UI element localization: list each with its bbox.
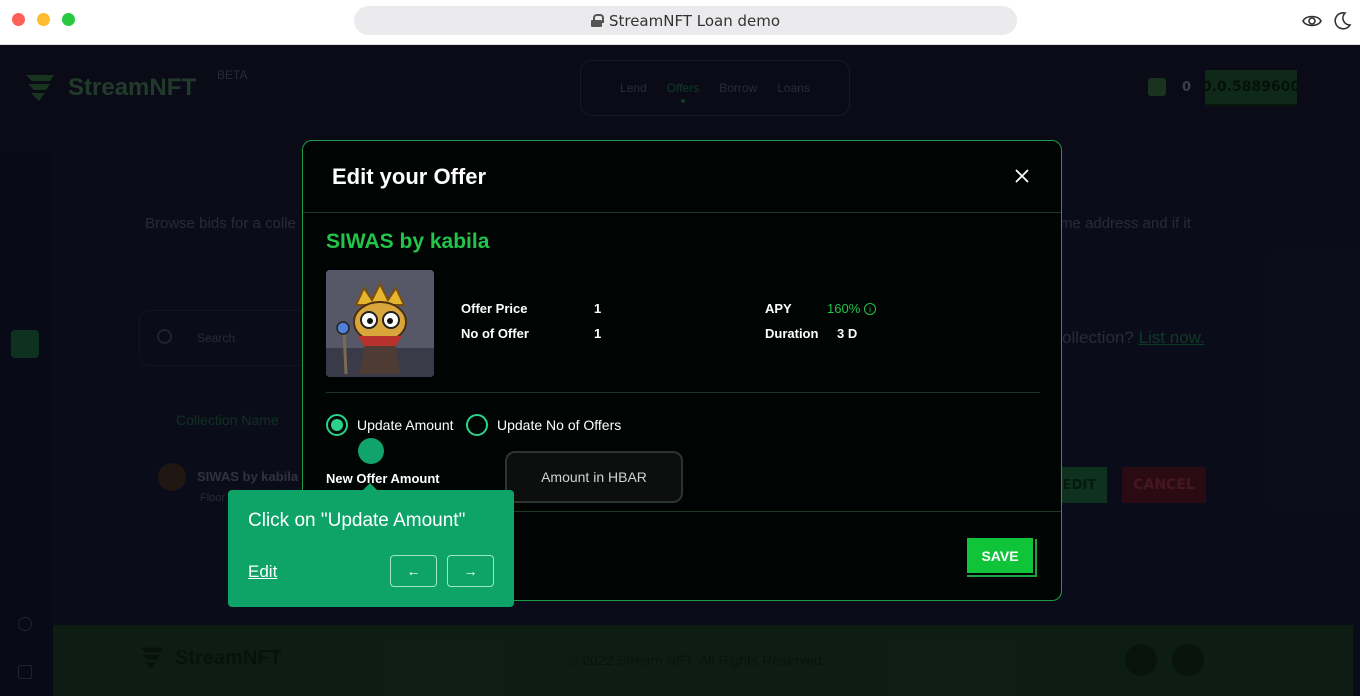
update-amount-radio[interactable] [326, 414, 348, 436]
tooltip-next-button[interactable]: → [447, 555, 494, 587]
details-divider [326, 392, 1040, 393]
close-window-button[interactable] [12, 13, 25, 26]
tooltip-prev-button[interactable]: ← [390, 555, 437, 587]
arrow-right-icon: → [463, 563, 478, 579]
offer-price-value: 1 [594, 301, 602, 316]
apy-label: APY [765, 301, 792, 316]
lock-icon [590, 14, 604, 27]
duration-value: 3 D [837, 326, 858, 341]
eye-icon[interactable] [1302, 11, 1322, 31]
tour-tooltip: Click on "Update Amount" Edit ← → [228, 490, 514, 607]
address-bar[interactable]: StreamNFT Loan demo [354, 6, 1017, 35]
page-url-title: StreamNFT Loan demo [608, 11, 781, 30]
duration-label: Duration [765, 326, 819, 341]
tooltip-text: Click on "Update Amount" [248, 510, 466, 531]
update-no-of-offers-label[interactable]: Update No of Offers [497, 417, 621, 433]
modal-header-divider [303, 212, 1061, 213]
nft-image [326, 270, 434, 377]
info-icon[interactable]: i [864, 303, 876, 315]
save-button[interactable]: SAVE [967, 538, 1033, 573]
no-of-offer-value: 1 [594, 326, 602, 341]
offer-price-label: Offer Price [461, 301, 528, 316]
minimize-window-button[interactable] [37, 13, 50, 26]
apy-value: 160% [827, 301, 861, 316]
new-offer-amount-label: New Offer Amount [326, 471, 440, 486]
amount-input[interactable] [505, 451, 683, 503]
maximize-window-button[interactable] [62, 13, 75, 26]
dark-mode-icon[interactable] [1332, 11, 1352, 31]
update-amount-label[interactable]: Update Amount [357, 417, 454, 433]
update-no-of-offers-radio[interactable] [466, 414, 488, 436]
arrow-left-icon: ← [406, 563, 421, 579]
no-of-offer-label: No of Offer [461, 326, 529, 341]
collection-title: SIWAS by kabila [326, 230, 490, 253]
tour-hotspot[interactable] [358, 438, 384, 464]
browser-chrome: StreamNFT Loan demo [0, 0, 1360, 45]
tooltip-edit-link[interactable]: Edit [248, 562, 277, 582]
modal-title: Edit your Offer [332, 164, 487, 189]
close-icon[interactable] [1011, 165, 1033, 187]
nft-character-image [326, 270, 434, 377]
